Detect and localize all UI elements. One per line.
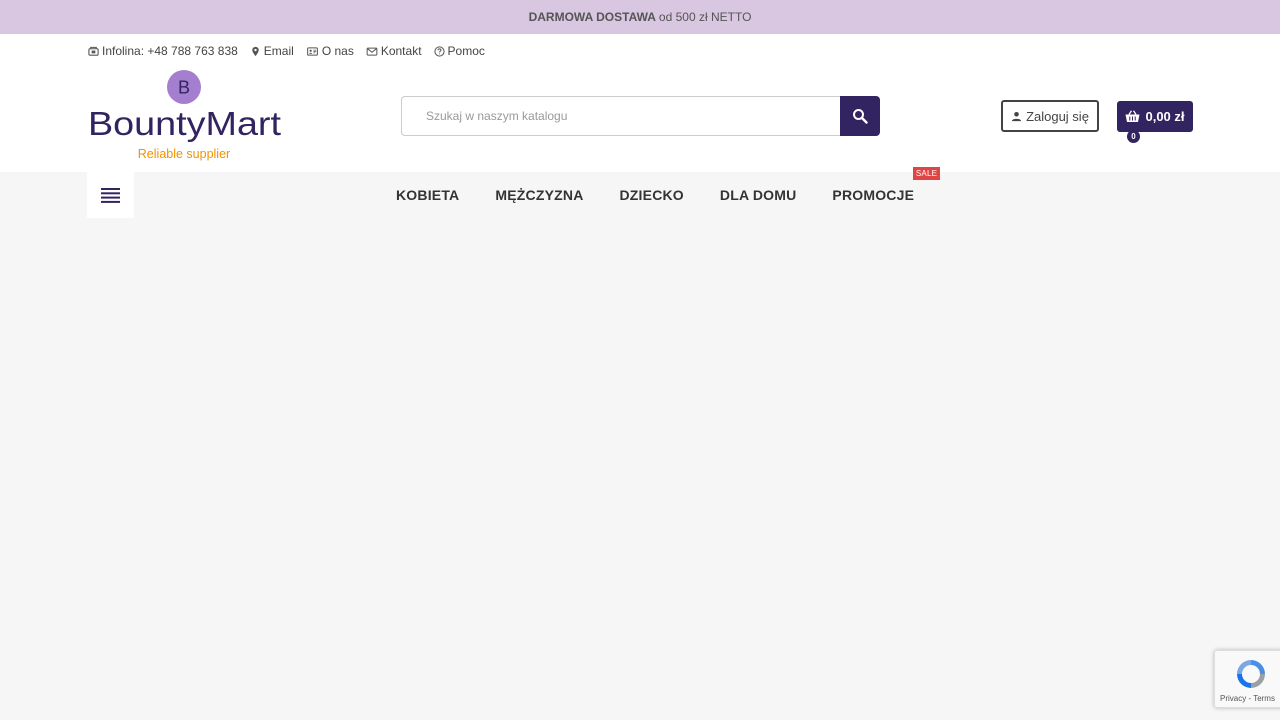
phone-icon: [88, 46, 99, 56]
recaptcha-badge[interactable]: Privacy - Terms: [1214, 650, 1280, 708]
nav-menu: KOBIETA MĘŻCZYZNA DZIECKO DLA DOMU PROMO…: [378, 167, 941, 218]
top-link-contact[interactable]: Kontakt: [366, 44, 422, 58]
nav-item-kobieta[interactable]: KOBIETA: [378, 187, 477, 203]
promo-bold-text: DARMOWA DOSTAWA: [528, 10, 656, 24]
logo-brand-text: BountyMart: [88, 105, 281, 142]
search-input[interactable]: [401, 96, 840, 136]
top-link-help[interactable]: Pomoc: [433, 44, 485, 58]
hamburger-menu-icon: [101, 187, 120, 203]
promo-banner: DARMOWA DOSTAWA od 500 zł NETTO: [0, 0, 1280, 34]
recaptcha-links[interactable]: Privacy - Terms: [1220, 694, 1275, 703]
top-link-hotline[interactable]: Infolina: +48 788 763 838: [88, 44, 238, 58]
top-link-hotline-label: Infolina: +48 788 763 838: [102, 44, 238, 58]
top-link-about[interactable]: O nas: [306, 44, 354, 58]
cart-total: 0,00 zł: [1145, 109, 1185, 124]
question-circle-icon: [433, 45, 445, 57]
promo-text: od 500 zł NETTO: [658, 10, 752, 24]
recaptcha-icon: [1237, 660, 1265, 688]
site-header: Infolina: +48 788 763 838 Email O nas Ko…: [0, 34, 1280, 172]
main-navigation: KOBIETA MĘŻCZYZNA DZIECKO DLA DOMU PROMO…: [0, 167, 1280, 220]
top-link-about-label: O nas: [321, 44, 354, 58]
login-button-label: Zaloguj się: [1026, 108, 1089, 124]
sale-badge: SALE: [912, 167, 941, 180]
location-pin-icon: [252, 46, 259, 56]
search-bar: [401, 96, 880, 136]
top-links: Infolina: +48 788 763 838 Email O nas Ko…: [88, 44, 485, 58]
search-button[interactable]: [840, 96, 880, 136]
top-link-email[interactable]: Email: [250, 44, 294, 58]
id-card-icon: [306, 46, 318, 56]
envelope-icon: [366, 47, 378, 56]
login-button[interactable]: Zaloguj się: [1001, 100, 1099, 132]
user-icon: [1011, 111, 1022, 121]
search-icon: [853, 109, 868, 124]
cart-count-badge: 0: [1127, 130, 1140, 143]
nav-item-promocje[interactable]: PROMOCJE SALE: [814, 167, 941, 203]
nav-item-dla-domu[interactable]: DLA DOMU: [702, 187, 815, 203]
logo-mark-letter: B: [178, 78, 190, 98]
bountymart-logo[interactable]: B BountyMart Reliable supplier: [88, 70, 283, 165]
logo-tagline: Reliable supplier: [138, 147, 230, 161]
menu-toggle-button[interactable]: [87, 172, 134, 218]
top-link-contact-label: Kontakt: [380, 44, 422, 58]
nav-item-dziecko[interactable]: DZIECKO: [602, 187, 702, 203]
top-link-help-label: Pomoc: [447, 44, 485, 58]
nav-item-promocje-label: PROMOCJE: [832, 187, 915, 203]
cart-button[interactable]: 0,00 zł: [1117, 101, 1193, 132]
basket-icon: [1125, 110, 1140, 122]
nav-item-mezczyzna[interactable]: MĘŻCZYZNA: [477, 187, 601, 203]
top-link-email-label: Email: [263, 44, 294, 58]
